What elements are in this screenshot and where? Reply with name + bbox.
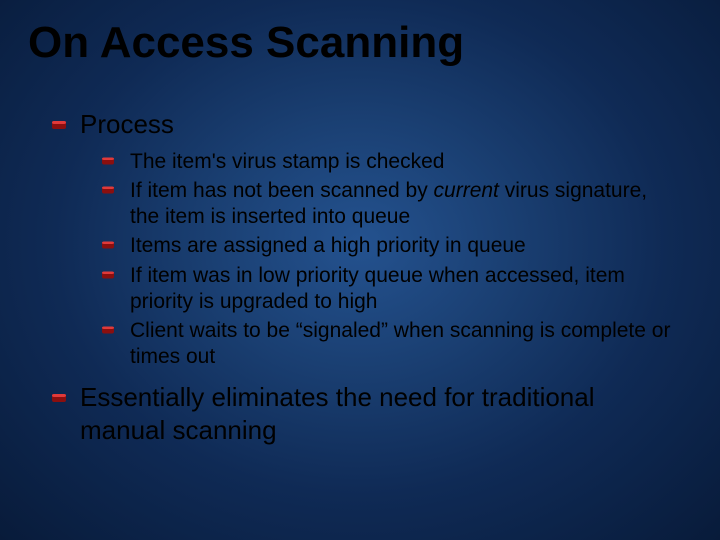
bullet-text: Client waits to be “signaled” when scann… — [130, 319, 670, 368]
bullet-level2: The item's virus stamp is checked — [52, 149, 674, 175]
slide-content: Process The item's virus stamp is checke… — [52, 108, 674, 454]
bullet-icon — [102, 156, 115, 166]
bullet-level2: If item has not been scanned by current … — [52, 178, 674, 229]
bullet-level2: Client waits to be “signaled” when scann… — [52, 318, 674, 369]
bullet-icon — [52, 119, 68, 131]
bullet-icon — [102, 185, 115, 195]
bullet-icon — [102, 270, 115, 280]
bullet-text: Items are assigned a high priority in qu… — [130, 234, 526, 257]
bullet-text: Process — [80, 109, 174, 139]
bullet-text: If item has not been scanned by current … — [130, 179, 647, 228]
bullet-level1: Process — [52, 108, 674, 141]
bullet-icon — [52, 392, 68, 404]
bullet-level2: Items are assigned a high priority in qu… — [52, 233, 674, 259]
bullet-text: The item's virus stamp is checked — [130, 150, 444, 173]
sub-bullets: The item's virus stamp is checked If ite… — [52, 149, 674, 370]
bullet-text: If item was in low priority queue when a… — [130, 264, 625, 313]
bullet-icon — [102, 325, 115, 335]
slide-title: On Access Scanning — [28, 18, 464, 68]
bullet-icon — [102, 240, 115, 250]
bullet-level1: Essentially eliminates the need for trad… — [52, 381, 674, 446]
bullet-level2: If item was in low priority queue when a… — [52, 263, 674, 314]
slide: On Access Scanning Process The item's — [0, 0, 720, 540]
bullet-text: Essentially eliminates the need for trad… — [80, 382, 595, 445]
